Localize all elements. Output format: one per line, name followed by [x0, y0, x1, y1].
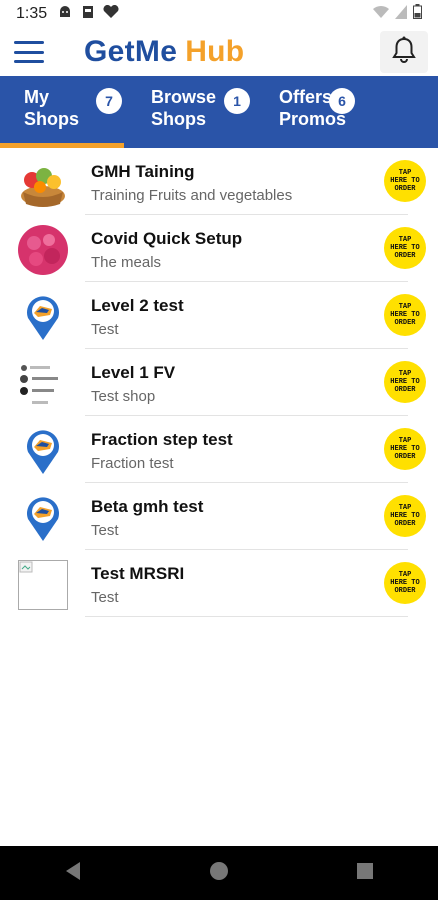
heart-icon [103, 4, 119, 24]
tap-to-order-button[interactable]: TAP HERE TO ORDER [384, 495, 426, 537]
list-item[interactable]: Level 2 test Test TAP HERE TO ORDER [0, 282, 438, 349]
list-item[interactable]: Fraction step test Fraction test TAP HER… [0, 416, 438, 483]
notifications-button[interactable] [380, 31, 428, 73]
location-pin-icon [18, 426, 68, 476]
list-item[interactable]: Level 1 FV Test shop TAP HERE TO ORDER [0, 349, 438, 416]
row-text: GMH Taining Training Fruits and vegetabl… [91, 162, 292, 204]
shop-title: Beta gmh test [91, 497, 204, 516]
wifi-icon [373, 5, 389, 24]
back-icon [64, 861, 82, 886]
recents-icon [356, 862, 374, 885]
list-item[interactable]: Beta gmh test Test TAP HERE TO ORDER [0, 483, 438, 550]
shop-subtitle: Test [91, 321, 119, 338]
divider [85, 616, 408, 617]
broken-image-icon [18, 560, 68, 610]
tab-bar: My Shops 7 Browse Shops 1 Offers Promos … [0, 76, 438, 148]
list-item[interactable]: GMH Taining Training Fruits and vegetabl… [0, 148, 438, 215]
shop-title: Fraction step test [91, 430, 233, 449]
screenshot-thumbnail [18, 359, 68, 409]
shop-subtitle: The meals [91, 254, 162, 271]
shop-title: Level 2 test [91, 296, 184, 315]
location-pin-icon [18, 493, 68, 543]
list-item[interactable]: Covid Quick Setup The meals TAP HERE TO … [0, 215, 438, 282]
signal-icon [395, 4, 407, 24]
status-right [373, 4, 422, 24]
recents-button[interactable] [345, 853, 385, 893]
shop-subtitle: Test [91, 589, 119, 606]
tap-to-order-button[interactable]: TAP HERE TO ORDER [384, 294, 426, 336]
tab-label: Browse Shops [151, 87, 217, 129]
system-nav-bar [0, 846, 438, 900]
shop-subtitle: Test shop [91, 388, 156, 405]
menu-icon[interactable] [14, 41, 44, 63]
home-icon [208, 860, 230, 887]
row-text: Test MRSRI Test [91, 564, 184, 606]
shop-title: Covid Quick Setup [91, 229, 243, 248]
brand-getme: GetMe [84, 35, 178, 68]
app-bar: GetMe Hub [0, 28, 438, 76]
shop-subtitle: Fraction test [91, 455, 174, 472]
tab-offers-promos[interactable]: Offers Promos 6 [256, 76, 438, 148]
sd-card-icon [81, 5, 95, 24]
tab-my-shops[interactable]: My Shops 7 [0, 76, 128, 148]
tap-to-order-button[interactable]: TAP HERE TO ORDER [384, 160, 426, 202]
bell-icon [391, 36, 417, 69]
tap-to-order-button[interactable]: TAP HERE TO ORDER [384, 562, 426, 604]
tab-browse-shops[interactable]: Browse Shops 1 [128, 76, 256, 148]
brand-hub: Hub [185, 35, 245, 68]
notification-icons [57, 4, 119, 24]
shop-subtitle: Test [91, 522, 119, 539]
battery-icon [413, 4, 422, 24]
back-button[interactable] [53, 853, 93, 893]
tab-badge: 1 [224, 88, 250, 114]
list-item[interactable]: Test MRSRI Test TAP HERE TO ORDER [0, 550, 438, 617]
tab-badge: 6 [329, 88, 355, 114]
shop-list: GMH Taining Training Fruits and vegetabl… [0, 148, 438, 617]
status-bar: 1:35 [0, 0, 438, 28]
tap-to-order-button[interactable]: TAP HERE TO ORDER [384, 227, 426, 269]
shop-title: Level 1 FV [91, 363, 176, 382]
app-title: GetMe Hub [84, 35, 244, 69]
row-text: Beta gmh test Test [91, 497, 203, 539]
home-button[interactable] [199, 853, 239, 893]
status-time: 1:35 [16, 5, 48, 22]
tap-to-order-button[interactable]: TAP HERE TO ORDER [384, 428, 426, 470]
tab-label: My Shops [24, 87, 80, 129]
tab-badge: 7 [96, 88, 122, 114]
shop-subtitle: Training Fruits and vegetables [91, 187, 293, 204]
row-text: Fraction step test Fraction test [91, 430, 233, 472]
row-text: Level 2 test Test [91, 296, 184, 338]
pink-food-image [18, 225, 68, 275]
location-pin-icon [18, 292, 68, 342]
status-left: 1:35 [16, 4, 119, 24]
shop-title: GMH Taining [91, 162, 195, 181]
android-icon [57, 5, 73, 24]
shop-title: Test MRSRI [91, 564, 185, 583]
row-text: Level 1 FV Test shop [91, 363, 175, 405]
row-text: Covid Quick Setup The meals [91, 229, 242, 271]
tap-to-order-button[interactable]: TAP HERE TO ORDER [384, 361, 426, 403]
fruit-basket-image [18, 158, 68, 208]
